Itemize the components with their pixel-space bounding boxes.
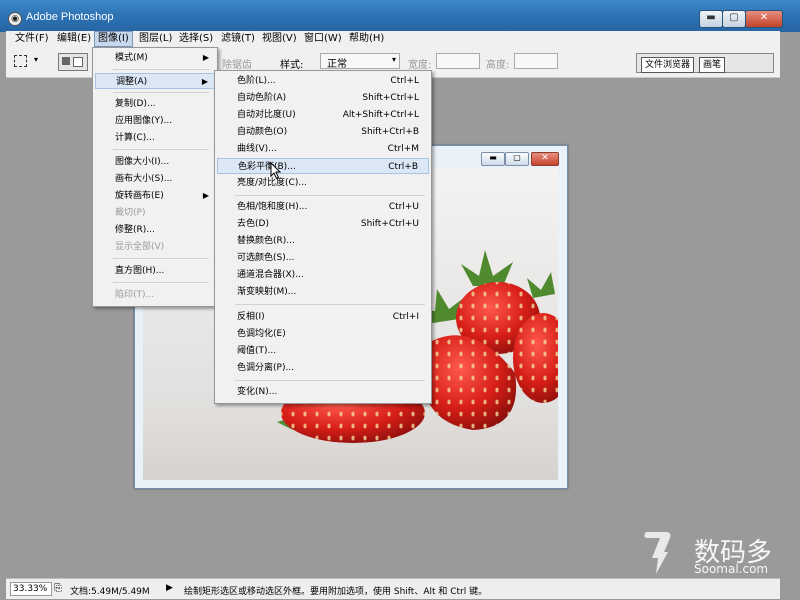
- menu-item-adjust[interactable]: 调整(A) ▶: [95, 73, 215, 89]
- menu-help[interactable]: 帮助(H): [346, 32, 387, 46]
- document-icon: ⎘: [54, 583, 62, 594]
- soomal-logo-icon: [644, 532, 671, 574]
- doc-close-button[interactable]: ✕: [531, 152, 559, 166]
- marquee-tool-icon[interactable]: [12, 53, 30, 69]
- doc-size-info[interactable]: 文档:5.49M/5.49M: [70, 584, 150, 597]
- menu-item-apply-image[interactable]: 应用图像(Y)...: [95, 113, 215, 129]
- menu-item-levels[interactable]: 色阶(L)... Ctrl+L: [217, 73, 429, 89]
- menu-layer[interactable]: 图层(L): [136, 32, 175, 46]
- zoom-field[interactable]: 33.33%: [10, 582, 52, 596]
- menu-window[interactable]: 窗口(W): [301, 32, 345, 46]
- adjust-submenu: 色阶(L)... Ctrl+L 自动色阶(A) Shift+Ctrl+L 自动对比度…: [214, 70, 432, 404]
- menu-item-calculations[interactable]: 计算(C)...: [95, 130, 215, 146]
- menu-view[interactable]: 视图(V): [259, 32, 300, 46]
- tab-file-browser[interactable]: 文件浏览器: [641, 57, 695, 73]
- menu-item-auto-levels[interactable]: 自动色阶(A) Shift+Ctrl+L: [217, 90, 429, 106]
- submenu-arrow-icon: ▶: [202, 191, 209, 200]
- menu-item-hue-saturation[interactable]: 色相/饱和度(H)... Ctrl+U: [217, 199, 429, 215]
- menu-item-auto-color[interactable]: 自动颜色(O) Shift+Ctrl+B: [217, 124, 429, 140]
- app-title: Adobe Photoshop: [26, 11, 114, 23]
- width-label: 宽度:: [408, 60, 432, 71]
- status-hint: 绘制矩形选区或移动选区外框。要用附加选项，使用 Shift、Alt 和 Ctrl…: [184, 587, 488, 597]
- selection-mode-icons[interactable]: [58, 53, 88, 71]
- palette-well: 文件浏览器 画笔: [636, 53, 774, 73]
- status-arrow-icon[interactable]: ▶: [166, 583, 173, 593]
- close-button[interactable]: ✕: [745, 10, 783, 28]
- width-input[interactable]: [436, 53, 480, 69]
- menu-item-crop: 裁切(P): [115, 208, 146, 218]
- menu-item-replace-color[interactable]: 替换颜色(R)...: [217, 233, 429, 249]
- style-label: 样式:: [280, 60, 304, 71]
- menu-item-equalize[interactable]: 色调均化(E): [217, 326, 429, 342]
- menu-file[interactable]: 文件(F): [12, 32, 52, 46]
- height-label: 高度:: [486, 60, 510, 71]
- menu-filter[interactable]: 滤镜(T): [218, 32, 258, 46]
- menu-item-rotate-canvas[interactable]: 旋转画布(E) ▶: [95, 188, 215, 204]
- chevron-down-icon: ▾: [391, 55, 396, 64]
- image-menu-dropdown: 模式(M) ▶ 调整(A) ▶ 复制(D)... 应用图像(Y)... 计算(C).…: [92, 47, 218, 307]
- menu-item-color-balance[interactable]: 色彩平衡(B)... Ctrl+B: [217, 158, 429, 174]
- title-bar: ◉ Adobe Photoshop ▬ ▢ ✕: [0, 0, 800, 32]
- doc-maximize-button[interactable]: ▢: [505, 152, 529, 166]
- menu-item-auto-contrast[interactable]: 自动对比度(U) Alt+Shift+Ctrl+L: [217, 107, 429, 123]
- tab-brushes[interactable]: 画笔: [699, 57, 726, 73]
- mouse-cursor-icon: [270, 162, 282, 180]
- menu-item-channel-mixer[interactable]: 通道混合器(X)...: [217, 267, 429, 283]
- menu-image[interactable]: 图像(I): [94, 31, 133, 47]
- anti-alias-label: 除锯齿: [222, 60, 252, 71]
- submenu-arrow-icon: ▶: [201, 77, 208, 86]
- maximize-button[interactable]: ▢: [722, 10, 746, 28]
- menu-bar: 文件(F) 编辑(E) 图像(I) 图层(L) 选择(S) 滤镜(T) 视图(V…: [6, 31, 780, 48]
- menu-item-brightness-contrast[interactable]: 亮度/对比度(C)...: [217, 175, 429, 191]
- menu-item-variations[interactable]: 变化(N)...: [217, 384, 429, 400]
- menu-item-curves[interactable]: 曲线(V)... Ctrl+M: [217, 141, 429, 157]
- style-value: 正常: [327, 59, 347, 70]
- menu-item-invert[interactable]: 反相(I) Ctrl+I: [217, 309, 429, 325]
- submenu-arrow-icon: ▶: [202, 53, 209, 62]
- watermark-en: Soomal.com: [694, 562, 769, 576]
- doc-minimize-button[interactable]: ▬: [481, 152, 505, 166]
- style-select[interactable]: 正常 ▾: [320, 53, 400, 70]
- menu-item-reveal-all: 显示全部(V): [115, 242, 165, 252]
- height-input[interactable]: [514, 53, 558, 69]
- minimize-button[interactable]: ▬: [699, 10, 723, 28]
- menu-edit[interactable]: 编辑(E): [54, 32, 94, 46]
- tool-preset-dropdown-icon[interactable]: ▾: [34, 55, 38, 64]
- menu-item-mode[interactable]: 模式(M) ▶: [95, 50, 215, 66]
- menu-item-histogram[interactable]: 直方图(H)...: [95, 263, 215, 279]
- menu-item-trim[interactable]: 修整(R)...: [95, 222, 215, 238]
- menu-item-trap: 陷印(T)...: [115, 290, 155, 300]
- menu-item-threshold[interactable]: 阈值(T)...: [217, 343, 429, 359]
- menu-select[interactable]: 选择(S): [176, 32, 216, 46]
- menu-item-image-size[interactable]: 图像大小(I)...: [95, 154, 215, 170]
- menu-item-canvas-size[interactable]: 画布大小(S)...: [95, 171, 215, 187]
- photoshop-app-icon: ◉: [8, 12, 22, 26]
- menu-item-desaturate[interactable]: 去色(D) Shift+Ctrl+U: [217, 216, 429, 232]
- menu-item-duplicate[interactable]: 复制(D)...: [95, 96, 215, 112]
- menu-item-selective-color[interactable]: 可选颜色(S)...: [217, 250, 429, 266]
- menu-item-gradient-map[interactable]: 渐变映射(M)...: [217, 284, 429, 300]
- status-bar: 33.33% ⎘ 文档:5.49M/5.49M ▶ 绘制矩形选区或移动选区外框。…: [6, 578, 780, 599]
- menu-item-posterize[interactable]: 色调分离(P)...: [217, 360, 429, 376]
